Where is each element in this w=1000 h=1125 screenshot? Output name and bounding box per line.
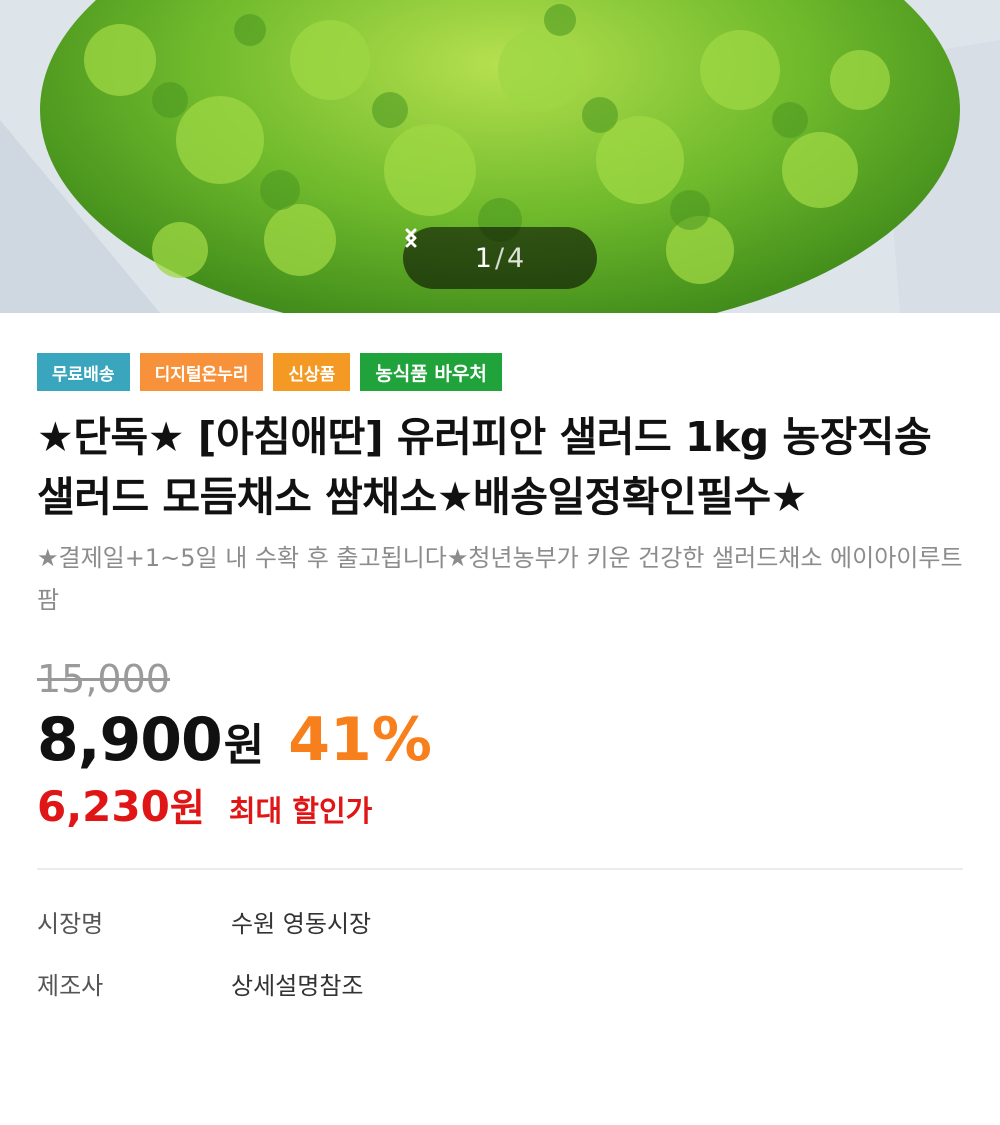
badge-list: 무료배송 디지털온누리 신상품 농식품 바우처 bbox=[37, 353, 963, 391]
badge-new-product: 신상품 bbox=[273, 353, 351, 391]
page-indicator: 1 / 4 bbox=[475, 243, 525, 274]
section-divider bbox=[37, 868, 963, 870]
page-separator: / bbox=[494, 242, 506, 274]
sale-price-currency: 원 bbox=[223, 720, 265, 771]
product-subtitle: ★결제일+1~5일 내 수확 후 출고됩니다★청년농부가 키운 건강한 샐러드채… bbox=[37, 544, 963, 614]
sale-price: 8,900 bbox=[37, 705, 223, 775]
chevron-left-icon[interactable] bbox=[405, 228, 455, 275]
badge-voucher: 농식품 바우처 bbox=[360, 353, 502, 391]
max-discount-price: 6,230 bbox=[37, 782, 170, 831]
badge-free-shipping: 무료배송 bbox=[37, 353, 130, 391]
info-value-manufacturer: 상세설명참조 bbox=[231, 971, 364, 1000]
original-price: 15,000 bbox=[37, 657, 170, 701]
info-label-market: 시장명 bbox=[37, 909, 104, 938]
chevron-right-icon[interactable] bbox=[405, 228, 579, 275]
product-image-carousel[interactable]: 1 / 4 bbox=[0, 0, 1000, 313]
price-row: 8,900 원 41% bbox=[37, 705, 963, 775]
discount-rate: 41% bbox=[288, 705, 432, 775]
product-title: ★단독★ [아침애딴] 유러피안 샐러드 1kg 농장직송 샐러드 모듬채소 쌈… bbox=[37, 413, 932, 521]
current-page: 1 bbox=[474, 242, 493, 274]
info-value-market: 수원 영동시장 bbox=[231, 909, 372, 938]
max-discount-label: 최대 할인가 bbox=[228, 794, 373, 828]
info-row-manufacturer: 제조사 상세설명참조 bbox=[37, 952, 963, 1014]
info-row-market: 시장명 수원 영동시장 bbox=[37, 890, 963, 952]
max-discount-row: 6,230 원 최대 할인가 bbox=[37, 777, 963, 832]
product-detail-table: 시장명 수원 영동시장 제조사 상세설명참조 bbox=[37, 890, 963, 1014]
info-label-manufacturer: 제조사 bbox=[37, 971, 104, 1000]
total-pages: 4 bbox=[507, 242, 526, 274]
max-discount-currency: 원 bbox=[169, 786, 205, 830]
badge-digital-onnuri: 디지털온누리 bbox=[139, 353, 264, 391]
product-info-section: 무료배송 디지털온누리 신상품 농식품 바우처 ★단독★ [아침애딴] 유러피안… bbox=[0, 353, 1000, 1014]
image-pager: 1 / 4 bbox=[403, 227, 597, 289]
